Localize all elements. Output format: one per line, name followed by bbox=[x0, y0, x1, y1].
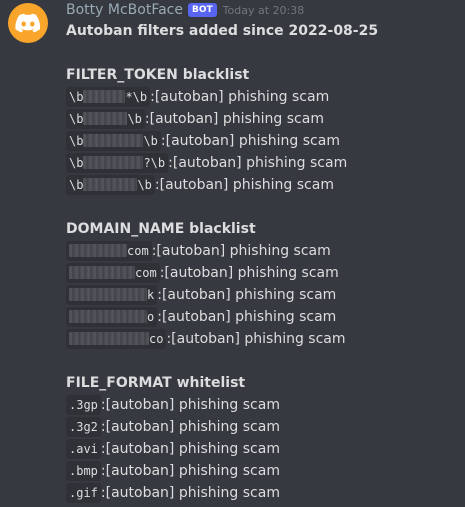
rule-action: [autoban] phishing scam bbox=[156, 243, 331, 259]
rule-pattern: \b \b bbox=[66, 109, 145, 129]
pattern-suffix: *\b bbox=[125, 90, 148, 104]
rule-action: [autoban] phishing scam bbox=[105, 485, 280, 501]
redacted-text bbox=[69, 332, 149, 345]
redacted-text bbox=[83, 90, 126, 103]
username[interactable]: Botty McBotFace bbox=[66, 2, 183, 18]
avatar[interactable] bbox=[8, 3, 48, 43]
redacted-text bbox=[69, 310, 147, 323]
pattern-suffix: com bbox=[135, 266, 157, 280]
rule-pattern: o bbox=[66, 307, 158, 327]
rule-action: [autoban] phishing scam bbox=[161, 287, 337, 303]
file-format-rule: .3g2 : [autoban] phishing scam bbox=[66, 416, 461, 438]
filter-token-rule: \b \b : [autoban] phishing scam bbox=[66, 108, 461, 130]
section-title-file-format: FILE_FORMAT whitelist bbox=[66, 375, 246, 391]
filter-token-rule: \b \b : [autoban] phishing scam bbox=[66, 130, 461, 152]
timestamp[interactable]: Today at 20:38 bbox=[223, 4, 305, 17]
section-title-filter-token: FILTER_TOKEN blacklist bbox=[66, 67, 250, 83]
file-format-rule: .bmp : [autoban] phishing scam bbox=[66, 460, 461, 482]
domain-name-rule: o : [autoban] phishing scam bbox=[66, 306, 461, 328]
rule-action: [autoban] phishing scam bbox=[171, 331, 346, 347]
rule-pattern: \b ?\b bbox=[66, 153, 169, 173]
rule-action: [autoban] phishing scam bbox=[105, 397, 280, 413]
rule-action: [autoban] phishing scam bbox=[172, 155, 348, 171]
rule-action: [autoban] phishing scam bbox=[149, 111, 324, 127]
filter-token-rule: \b ?\b : [autoban] phishing scam bbox=[66, 152, 461, 174]
filter-token-rule: \b *\b : [autoban] phishing scam bbox=[66, 86, 461, 108]
file-format-rule: .avi : [autoban] phishing scam bbox=[66, 438, 461, 460]
message-content: Autoban filters added since 2022-08-25 F… bbox=[66, 20, 461, 504]
redacted-text bbox=[69, 288, 147, 301]
discord-logo-icon bbox=[15, 13, 41, 33]
bot-tag: BOT bbox=[187, 3, 217, 17]
pattern-suffix: \b bbox=[137, 178, 152, 192]
pattern-suffix: \b bbox=[143, 134, 158, 148]
rule-pattern: \b *\b bbox=[66, 87, 151, 107]
message-header: Botty McBotFace BOT Today at 20:38 bbox=[66, 0, 304, 20]
pattern-suffix: \b bbox=[127, 112, 142, 126]
rule-pattern: co bbox=[66, 329, 167, 349]
domain-name-rule: k : [autoban] phishing scam bbox=[66, 284, 461, 306]
rule-pattern: .3gp bbox=[66, 395, 101, 415]
filter-token-rule: \b \b : [autoban] phishing scam bbox=[66, 174, 461, 196]
pattern-suffix: com bbox=[127, 244, 149, 258]
rule-pattern: .gif bbox=[66, 483, 101, 503]
pattern-suffix: k bbox=[147, 288, 155, 302]
redacted-text bbox=[83, 112, 128, 125]
pattern-suffix: ?\b bbox=[143, 156, 166, 170]
rule-pattern: com bbox=[66, 241, 152, 261]
rule-pattern: .avi bbox=[66, 439, 101, 459]
section-title-domain-name: DOMAIN_NAME blacklist bbox=[66, 221, 256, 237]
rule-action: [autoban] phishing scam bbox=[161, 309, 337, 325]
redacted-text bbox=[83, 156, 144, 169]
rule-action: [autoban] phishing scam bbox=[159, 177, 334, 193]
domain-name-rule: co : [autoban] phishing scam bbox=[66, 328, 461, 350]
rule-pattern: \b \b bbox=[66, 131, 161, 151]
redacted-text bbox=[83, 178, 138, 191]
redacted-text bbox=[69, 266, 135, 279]
rule-action: [autoban] phishing scam bbox=[105, 419, 280, 435]
pattern-prefix: \b bbox=[69, 156, 84, 170]
redacted-text bbox=[69, 244, 127, 257]
pattern-prefix: \b bbox=[69, 112, 84, 126]
rule-action: [autoban] phishing scam bbox=[154, 89, 330, 105]
chat-message: Botty McBotFace BOT Today at 20:38 Autob… bbox=[0, 0, 465, 507]
rule-pattern: .bmp bbox=[66, 461, 101, 481]
redacted-text bbox=[83, 134, 144, 147]
pattern-prefix: \b bbox=[69, 134, 84, 148]
pattern-suffix: co bbox=[149, 332, 164, 346]
domain-name-rule: com : [autoban] phishing scam bbox=[66, 262, 461, 284]
pattern-prefix: \b bbox=[69, 178, 84, 192]
rule-pattern: .3g2 bbox=[66, 417, 101, 437]
domain-name-rule: com : [autoban] phishing scam bbox=[66, 240, 461, 262]
pattern-prefix: \b bbox=[69, 90, 84, 104]
message-intro: Autoban filters added since 2022-08-25 bbox=[66, 23, 379, 39]
rule-pattern: \b \b bbox=[66, 175, 155, 195]
file-format-rule: .gif : [autoban] phishing scam bbox=[66, 482, 461, 504]
rule-action: [autoban] phishing scam bbox=[105, 463, 280, 479]
rule-action: [autoban] phishing scam bbox=[165, 133, 340, 149]
rule-pattern: com bbox=[66, 263, 160, 283]
rule-action: [autoban] phishing scam bbox=[164, 265, 339, 281]
rule-action: [autoban] phishing scam bbox=[105, 441, 280, 457]
rule-pattern: k bbox=[66, 285, 158, 305]
file-format-rule: .3gp : [autoban] phishing scam bbox=[66, 394, 461, 416]
pattern-suffix: o bbox=[147, 310, 155, 324]
